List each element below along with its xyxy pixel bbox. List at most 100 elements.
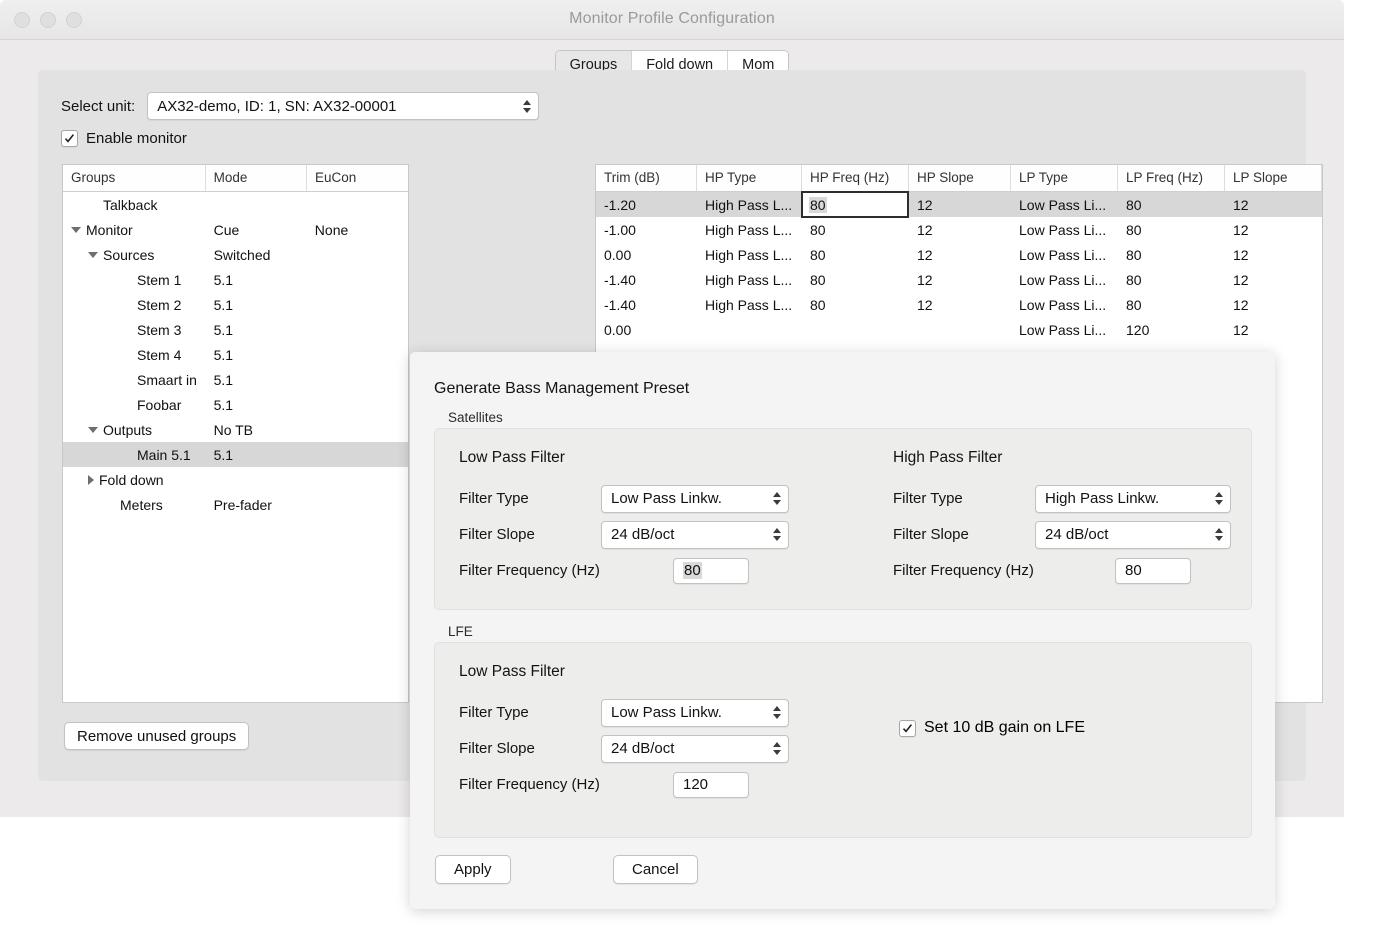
tree-row-mode-cell: 5.1 — [213, 396, 234, 413]
sat-hp-freq-input[interactable]: 80 — [1115, 557, 1191, 584]
tree-row[interactable]: Outputs No TB — [63, 417, 408, 442]
tree-row-label: Smaart in — [137, 371, 197, 388]
cancel-button[interactable]: Cancel — [613, 855, 698, 884]
sat-lp-slope-select[interactable]: 24 dB/oct — [601, 520, 789, 549]
sat-hp-type-value: High Pass Linkw. — [1045, 490, 1160, 507]
apply-button[interactable]: Apply — [435, 855, 511, 884]
lfe-gain-row[interactable]: Set 10 dB gain on LFE — [899, 719, 1085, 737]
checkmark-icon — [902, 723, 912, 733]
cell-lp-slope: 12 — [1233, 296, 1249, 313]
column-header-trim[interactable]: Trim (dB) — [596, 165, 697, 191]
lfe-lp-freq-label: Filter Frequency (Hz) — [459, 776, 600, 793]
cell-trim: -1.40 — [604, 271, 636, 288]
tree-row[interactable]: Stem 1 5.1 — [63, 267, 408, 292]
column-header-mode[interactable]: Mode — [206, 165, 307, 191]
table-row[interactable]: -1.00 High Pass L... 80 12 Low Pass Li... 80 1… — [596, 217, 1322, 242]
cell-lp-type: Low Pass Li... — [1019, 246, 1107, 263]
filters-table-header: Trim (dB) HP Type HP Freq (Hz) HP Slope LP T… — [596, 165, 1322, 192]
cell-lp-freq: 80 — [1126, 246, 1142, 263]
tree-row-label: Talkback — [103, 196, 158, 213]
cell-lp-type: Low Pass Li... — [1019, 321, 1107, 338]
disclosure-open-icon[interactable] — [88, 251, 98, 258]
unit-select-value: AX32-demo, ID: 1, SN: AX32-00001 — [157, 97, 397, 115]
disclosure-closed-icon[interactable] — [88, 474, 94, 485]
column-header-hp-slope[interactable]: HP Slope — [909, 165, 1011, 191]
disclosure-open-icon[interactable] — [88, 426, 98, 433]
enable-monitor-checkbox[interactable] — [61, 130, 78, 147]
table-row[interactable]: -1.20 High Pass L... 80 12 Low Pass Li... 80 1… — [596, 191, 1322, 218]
sat-lp-freq-input[interactable]: 80 — [673, 557, 749, 584]
groups-tree-header: Groups Mode EuCon — [63, 165, 408, 192]
table-row[interactable]: 0.00 Low Pass Li... 120 12 — [596, 317, 1322, 342]
lfe-lp-type-select[interactable]: Low Pass Linkw. — [601, 698, 789, 727]
table-row[interactable]: -1.40 High Pass L... 80 12 Low Pass Li... 80 1… — [596, 292, 1322, 317]
tree-row[interactable]: Foobar 5.1 — [63, 392, 408, 417]
tree-row-name-cell: Stem 4 — [63, 347, 206, 363]
sat-hp-type-select[interactable]: High Pass Linkw. — [1035, 484, 1231, 513]
lfe-gain-checkbox[interactable] — [899, 719, 916, 737]
tree-row[interactable]: Fold down — [63, 467, 408, 492]
chevron-updown-icon — [772, 705, 781, 721]
column-header-lp-slope[interactable]: LP Slope — [1225, 165, 1322, 191]
tree-row-label: Main 5.1 — [137, 446, 191, 463]
column-header-lp-freq[interactable]: LP Freq (Hz) — [1118, 165, 1225, 191]
lfe-lp-slope-select[interactable]: 24 dB/oct — [601, 734, 789, 763]
chevron-updown-icon — [522, 98, 531, 114]
sat-lp-type-select[interactable]: Low Pass Linkw. — [601, 484, 789, 513]
cell-hp-type: High Pass L... — [705, 221, 793, 238]
cell-trim: 0.00 — [604, 321, 632, 338]
cell-hp-type: High Pass L... — [705, 271, 793, 288]
tree-row[interactable]: Stem 3 5.1 — [63, 317, 408, 342]
tree-row-mode-cell: 5.1 — [213, 271, 234, 288]
tree-row[interactable]: Stem 2 5.1 — [63, 292, 408, 317]
column-header-lp-type[interactable]: LP Type — [1011, 165, 1118, 191]
lfe-gain-label: Set 10 dB gain on LFE — [924, 719, 1085, 736]
sat-hp-slope-value: 24 dB/oct — [1045, 526, 1109, 543]
chevron-updown-icon — [1214, 527, 1223, 543]
unit-select[interactable]: AX32-demo, ID: 1, SN: AX32-00001 — [147, 92, 540, 120]
column-header-groups[interactable]: Groups — [63, 165, 206, 191]
satellites-group: Satellites Low Pass Filter Filter Type L… — [434, 410, 1252, 610]
sat-hp-slope-label: Filter Slope — [893, 526, 969, 543]
tree-row[interactable]: Monitor Cue None — [63, 217, 408, 242]
cell-lp-freq: 80 — [1126, 296, 1142, 313]
groups-tree[interactable]: Groups Mode EuCon Talkback Monitor Cue None… — [62, 164, 409, 703]
tree-row[interactable]: Sources Switched — [63, 242, 408, 267]
tree-row[interactable]: Talkback — [63, 192, 408, 217]
chevron-updown-icon — [772, 527, 781, 543]
tree-row[interactable]: Main 5.1 5.1 — [63, 442, 408, 467]
tree-row-mode-cell: 5.1 — [213, 371, 234, 388]
enable-monitor-row[interactable]: Enable monitor — [61, 130, 187, 147]
sat-hp-slope-select[interactable]: 24 dB/oct — [1035, 520, 1231, 549]
column-header-hp-type[interactable]: HP Type — [697, 165, 802, 191]
cell-lp-slope: 12 — [1233, 246, 1249, 263]
cell-trim: -1.20 — [604, 196, 636, 213]
remove-unused-groups-button[interactable]: Remove unused groups — [64, 722, 250, 750]
satellites-low-pass-section: Low Pass Filter Filter Type Low Pass Lin… — [459, 449, 819, 586]
lfe-lp-freq-input[interactable]: 120 — [673, 771, 749, 798]
tree-row[interactable]: Meters Pre-fader — [63, 492, 408, 517]
cell-hp-freq: 80 — [810, 221, 826, 238]
cell-lp-slope: 12 — [1233, 271, 1249, 288]
select-unit-label: Select unit: — [61, 97, 136, 115]
tree-row-mode-cell: Cue — [213, 221, 240, 238]
table-row[interactable]: 0.00 High Pass L... 80 12 Low Pass Li... 80 12 — [596, 242, 1322, 267]
tree-row[interactable]: Smaart in 5.1 — [63, 367, 408, 392]
lfe-lp-freq-value: 120 — [683, 776, 709, 793]
disclosure-open-icon[interactable] — [71, 226, 81, 233]
column-header-hp-freq[interactable]: HP Freq (Hz) — [802, 165, 909, 191]
tree-row-label: Stem 4 — [137, 346, 182, 363]
column-header-eucon[interactable]: EuCon — [307, 165, 408, 191]
sat-hp-freq-label: Filter Frequency (Hz) — [893, 562, 1034, 579]
hp-freq-cell-input[interactable]: 80 — [801, 191, 909, 218]
table-row[interactable]: -1.40 High Pass L... 80 12 Low Pass Li... 80 1… — [596, 267, 1322, 292]
tree-row-mode-cell: 5.1 — [213, 296, 234, 313]
tree-row[interactable]: Stem 4 5.1 — [63, 342, 408, 367]
tree-row-name-cell: Stem 2 — [63, 297, 206, 313]
lfe-low-pass-heading: Low Pass Filter — [459, 663, 565, 680]
lfe-lp-slope-value: 24 dB/oct — [611, 740, 675, 757]
